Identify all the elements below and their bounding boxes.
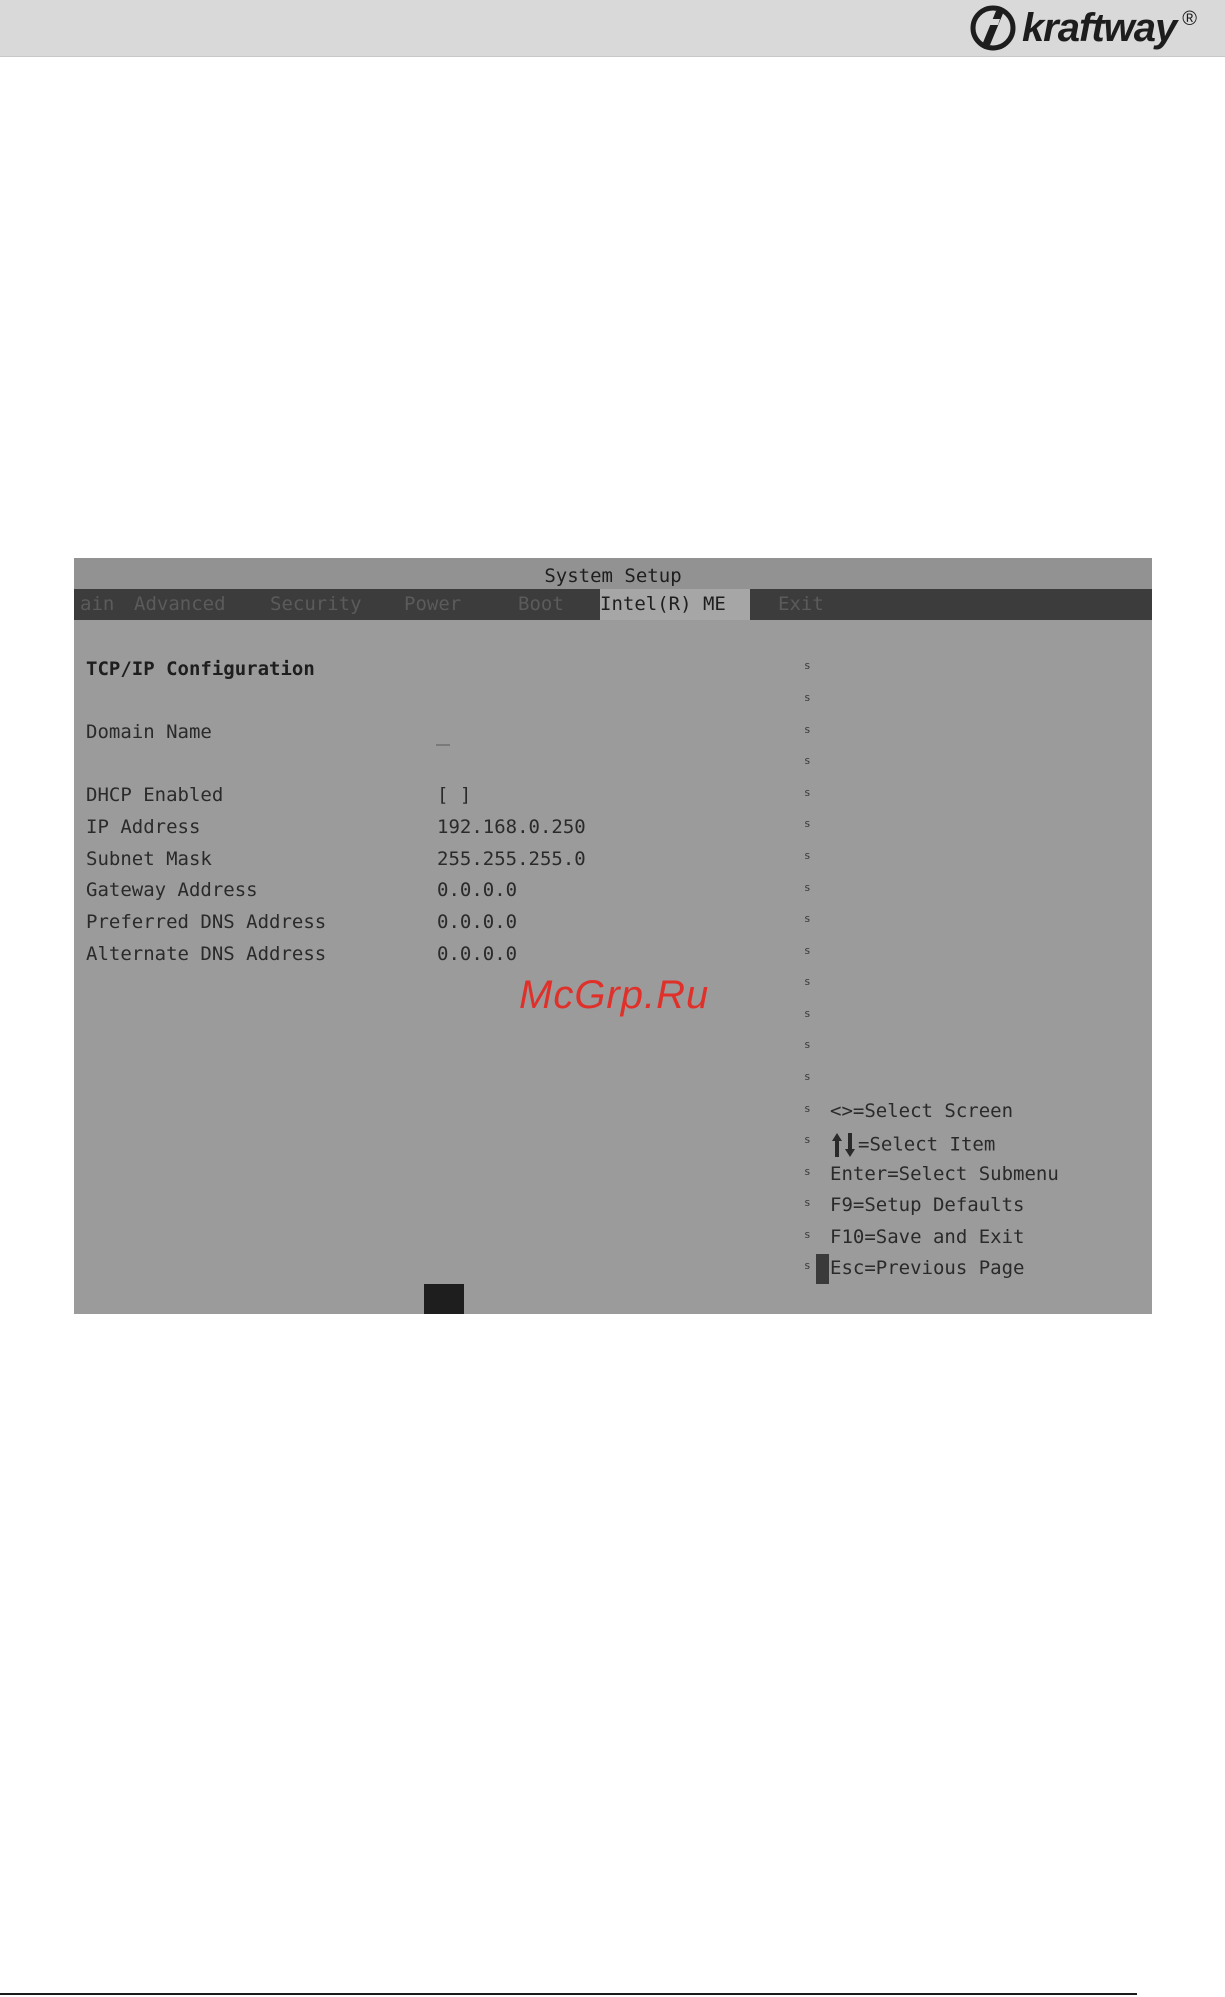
gateway-address-field[interactable]: 0.0.0.0 [437, 879, 517, 901]
divider-mark: s [804, 1007, 811, 1020]
divider-mark: s [804, 754, 811, 767]
help-previous-page: Esc=Previous Page [830, 1257, 1025, 1279]
help-cursor-block [816, 1254, 829, 1284]
tab-security[interactable]: Security [270, 589, 362, 620]
subnet-mask-label: Subnet Mask [86, 848, 212, 870]
divider-mark: s [804, 1228, 811, 1241]
divider-mark: s [804, 1196, 811, 1209]
divider-mark: s [804, 849, 811, 862]
tab-power[interactable]: Power [404, 589, 461, 620]
tab-advanced[interactable]: Advanced [134, 589, 226, 620]
up-down-arrows-icon [832, 1133, 855, 1157]
divider-mark: s [804, 1165, 811, 1178]
divider-mark: s [804, 817, 811, 830]
kraftway-logo: kraftway ® [970, 4, 1197, 52]
input-cursor [436, 744, 450, 746]
bios-setup-screen: System Setup ain Advanced Security Power… [74, 558, 1152, 1314]
divider-mark: s [804, 912, 811, 925]
help-select-item-text: =Select Item [858, 1133, 996, 1156]
alternate-dns-label: Alternate DNS Address [86, 943, 327, 965]
ip-address-field[interactable]: 192.168.0.250 [437, 816, 586, 838]
divider-mark: s [804, 786, 811, 799]
help-save-and-exit: F10=Save and Exit [830, 1226, 1025, 1248]
tab-main[interactable]: ain [80, 589, 114, 620]
bios-title: System Setup [74, 558, 1152, 589]
divider-mark: s [804, 1133, 811, 1146]
preferred-dns-label: Preferred DNS Address [86, 911, 327, 933]
help-select-submenu: Enter=Select Submenu [830, 1163, 1059, 1185]
kraftway-mark-icon [970, 5, 1016, 51]
help-select-screen: <>=Select Screen [830, 1100, 1014, 1122]
alternate-dns-field[interactable]: 0.0.0.0 [437, 943, 517, 965]
bios-tab-bar: ain Advanced Security Power Boot Intel(R… [74, 589, 1152, 620]
domain-name-label: Domain Name [86, 721, 212, 743]
divider-mark: s [804, 944, 811, 957]
page-header: kraftway ® [0, 0, 1225, 57]
dhcp-enabled-checkbox[interactable]: [ ] [437, 784, 471, 806]
registered-mark: ® [1182, 8, 1197, 30]
brand-name: kraftway [1021, 6, 1177, 50]
divider-mark: s [804, 1102, 811, 1115]
preferred-dns-field[interactable]: 0.0.0.0 [437, 911, 517, 933]
section-title: TCP/IP Configuration [86, 658, 315, 680]
divider-mark: s [804, 1070, 811, 1083]
footer-rule [0, 1993, 1137, 1995]
divider-mark: s [804, 691, 811, 704]
help-select-item: =Select Item [830, 1131, 995, 1159]
gateway-address-label: Gateway Address [86, 879, 258, 901]
subnet-mask-field[interactable]: 255.255.255.0 [437, 848, 586, 870]
tab-intel-me[interactable]: Intel(R) ME [600, 589, 750, 620]
divider-mark: s [804, 723, 811, 736]
watermark: McGrp.Ru [519, 973, 710, 1017]
divider-mark: s [804, 1259, 811, 1272]
divider-mark: s [804, 881, 811, 894]
tab-exit[interactable]: Exit [778, 589, 824, 620]
help-setup-defaults: F9=Setup Defaults [830, 1194, 1025, 1216]
divider-mark: s [804, 1038, 811, 1051]
divider-mark: s [804, 659, 811, 672]
ip-address-label: IP Address [86, 816, 201, 838]
bottom-cursor-block [424, 1284, 464, 1314]
tab-boot[interactable]: Boot [518, 589, 564, 620]
divider-mark: s [804, 975, 811, 988]
dhcp-enabled-label: DHCP Enabled [86, 784, 224, 806]
